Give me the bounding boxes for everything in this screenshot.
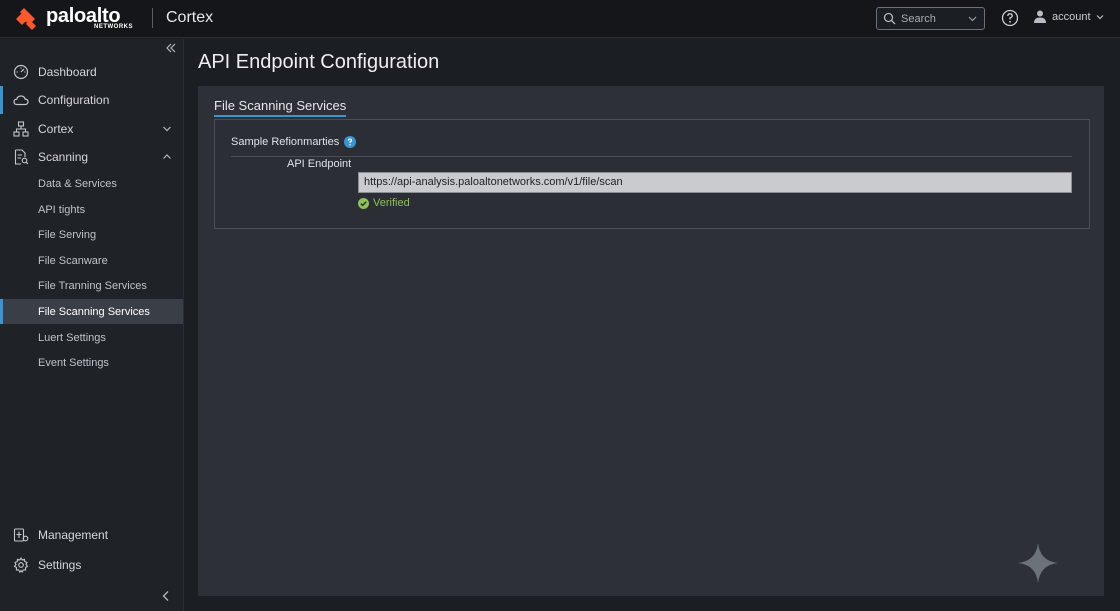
section-divider <box>231 156 1072 157</box>
dashboard-icon <box>13 64 29 80</box>
chevron-down-icon <box>968 16 977 22</box>
sidebar-item-label: Management <box>38 528 109 542</box>
sidebar-item-label: Configuration <box>38 93 110 107</box>
sidebar-subitem-file-tranning-services[interactable]: File Tranning Services <box>0 273 183 298</box>
product-name[interactable]: Cortex <box>166 9 213 27</box>
double-chevron-left-icon[interactable] <box>165 42 177 54</box>
sidebar: Dashboard Configuration Cortex Scanning … <box>0 39 184 611</box>
sidebar-subitem-api-tights[interactable]: API tights <box>0 197 183 222</box>
sidebar-subitem-label: File Tranning Services <box>38 279 147 292</box>
sidebar-item-management[interactable]: Management <box>0 521 184 549</box>
search-box[interactable]: Search <box>876 7 985 30</box>
api-endpoint-label: API Endpoint <box>287 158 352 170</box>
page-title: API Endpoint Configuration <box>198 51 440 73</box>
sidebar-item-settings[interactable]: Settings <box>0 551 184 579</box>
sidebar-item-scanning[interactable]: Scanning <box>0 143 184 171</box>
cloud-icon <box>13 95 29 106</box>
sidebar-subitem-label: File Serving <box>38 228 97 241</box>
sidebar-subitem-label: API tights <box>38 203 86 216</box>
chevron-down-icon <box>163 126 171 132</box>
document-scan-icon <box>14 149 29 165</box>
tab-file-scanning-services[interactable]: File Scanning Services <box>214 98 347 117</box>
help-icon[interactable] <box>1001 9 1019 27</box>
sidebar-item-label: Scanning <box>38 150 89 164</box>
sparkle-icon <box>1018 543 1058 583</box>
sidebar-subitem-label: Luert Settings <box>38 331 106 344</box>
brand-subtitle: NETWORKS <box>94 24 133 30</box>
chevron-down-icon <box>1096 14 1103 19</box>
check-circle-icon <box>358 197 369 209</box>
sidebar-item-configuration[interactable]: Configuration <box>0 86 184 114</box>
paloalto-logo-icon <box>16 8 36 30</box>
section-header: Sample Refionmarties <box>231 136 357 148</box>
endpoint-card: Sample Refionmarties API Endpoint https:… <box>214 119 1090 229</box>
sidebar-subitem-file-serving[interactable]: File Serving <box>0 222 183 247</box>
sidebar-subitem-label: File Scanning Services <box>38 305 150 318</box>
api-endpoint-field[interactable]: https://api-analysis.paloaltonetworks.co… <box>358 172 1072 193</box>
top-bar: paloalto NETWORKS Cortex Search account <box>0 0 1120 38</box>
main-content: API Endpoint Configuration File Scanning… <box>184 39 1120 611</box>
sidebar-item-label: Dashboard <box>38 65 97 79</box>
chevron-left-icon[interactable] <box>161 590 171 602</box>
content-panel: File Scanning Services Sample Refionmart… <box>198 86 1104 596</box>
sidebar-subitem-luert-settings[interactable]: Luert Settings <box>0 325 183 350</box>
sidebar-subitem-label: Event Settings <box>38 356 109 369</box>
verified-status: Verified <box>358 197 410 209</box>
sidebar-subitem-label: Data & Services <box>38 177 117 190</box>
account-label: account <box>1052 10 1091 23</box>
sidebar-subitem-file-scanware[interactable]: File Scanware <box>0 248 183 273</box>
chevron-up-icon <box>163 154 171 159</box>
gear-icon <box>13 557 29 573</box>
search-placeholder: Search <box>901 12 936 25</box>
user-icon <box>1034 10 1046 23</box>
sidebar-subitem-event-settings[interactable]: Event Settings <box>0 350 183 375</box>
logo[interactable]: paloalto NETWORKS <box>16 5 133 33</box>
search-icon <box>883 12 896 25</box>
sidebar-item-label: Cortex <box>38 122 74 136</box>
management-icon <box>13 528 29 542</box>
sidebar-subitem-label: File Scanware <box>38 254 108 267</box>
header-divider <box>152 8 153 28</box>
sidebar-item-dashboard[interactable]: Dashboard <box>0 58 184 86</box>
hierarchy-icon <box>13 121 29 137</box>
sidebar-item-label: Settings <box>38 558 82 572</box>
account-menu[interactable]: account <box>1034 10 1104 23</box>
help-icon[interactable] <box>344 136 357 148</box>
sidebar-item-cortex[interactable]: Cortex <box>0 115 184 143</box>
verified-label: Verified <box>373 197 410 209</box>
sidebar-subitem-data-services[interactable]: Data & Services <box>0 171 183 196</box>
section-label: Sample Refionmarties <box>231 136 340 148</box>
sidebar-subitem-file-scanning-services[interactable]: File Scanning Services <box>0 299 183 324</box>
